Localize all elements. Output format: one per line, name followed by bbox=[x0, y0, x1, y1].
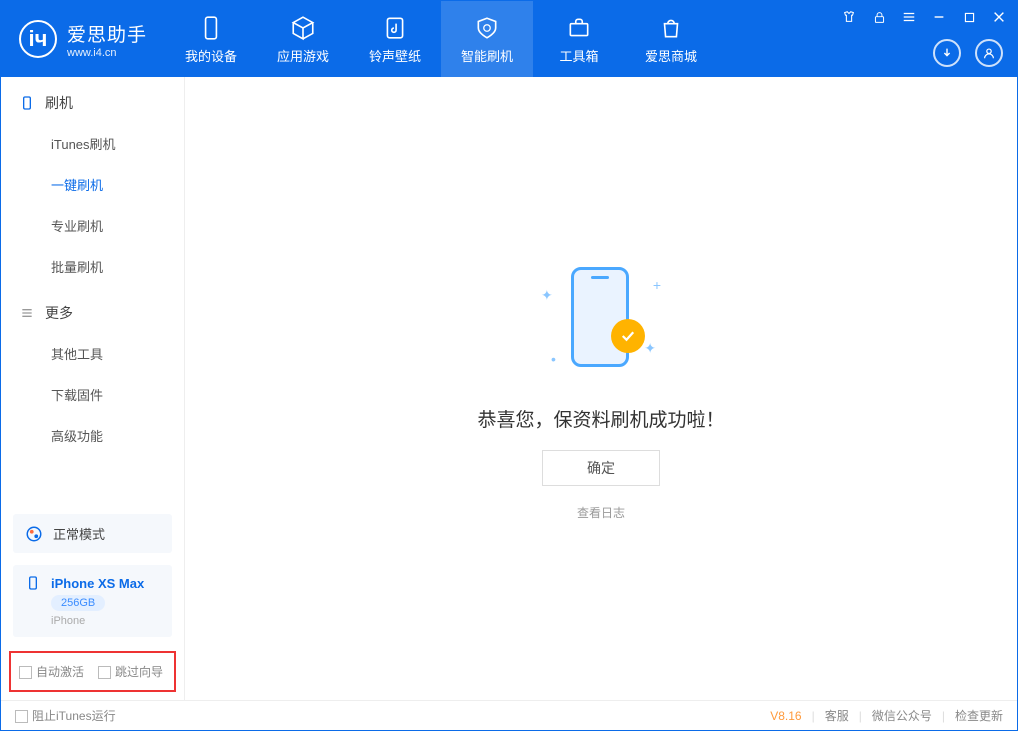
check-skip-guide[interactable]: 跳过向导 bbox=[98, 663, 163, 680]
section-label: 刷机 bbox=[45, 93, 73, 113]
sidebar: 刷机 iTunes刷机 一键刷机 专业刷机 批量刷机 更多 其他工具 下载固件 … bbox=[1, 77, 185, 700]
menu-icon[interactable] bbox=[901, 9, 917, 25]
bag-icon bbox=[657, 14, 685, 42]
tab-apps[interactable]: 应用游戏 bbox=[257, 1, 349, 77]
app-name-cn: 爱思助手 bbox=[67, 20, 147, 47]
mode-card[interactable]: 正常模式 bbox=[13, 514, 172, 553]
sparkle-icon: ✦ bbox=[541, 287, 553, 304]
tab-label: 应用游戏 bbox=[277, 46, 329, 65]
user-button[interactable] bbox=[975, 39, 1003, 67]
mode-label: 正常模式 bbox=[53, 524, 105, 543]
cube-icon bbox=[289, 14, 317, 42]
mode-icon bbox=[25, 525, 43, 543]
sidebar-item-pro[interactable]: 专业刷机 bbox=[1, 205, 184, 246]
phone-outline-icon bbox=[19, 95, 35, 111]
tab-label: 我的设备 bbox=[185, 46, 237, 65]
sparkle-icon: + bbox=[653, 277, 661, 293]
kefu-link[interactable]: 客服 bbox=[825, 707, 849, 724]
sidebar-item-oneclick[interactable]: 一键刷机 bbox=[1, 164, 184, 205]
device-card[interactable]: iPhone XS Max 256GB iPhone bbox=[13, 565, 172, 637]
sidebar-item-advanced[interactable]: 高级功能 bbox=[1, 415, 184, 456]
device-type: iPhone bbox=[25, 615, 85, 627]
update-link[interactable]: 检查更新 bbox=[955, 707, 1003, 724]
nav-tabs: 我的设备 应用游戏 铃声壁纸 智能刷机 工具箱 爱思商城 bbox=[165, 1, 717, 77]
view-log-link[interactable]: 查看日志 bbox=[577, 504, 625, 521]
sparkle-icon: • bbox=[551, 351, 556, 367]
sidebar-item-batch[interactable]: 批量刷机 bbox=[1, 246, 184, 287]
statusbar: 阻止iTunes运行 V8.16 | 客服 | 微信公众号 | 检查更新 bbox=[1, 700, 1017, 730]
toolbox-icon bbox=[565, 14, 593, 42]
shirt-icon[interactable] bbox=[841, 9, 857, 25]
tab-label: 铃声壁纸 bbox=[369, 46, 421, 65]
section-label: 更多 bbox=[45, 303, 73, 323]
tab-ring[interactable]: 铃声壁纸 bbox=[349, 1, 441, 77]
maximize-icon[interactable] bbox=[961, 9, 977, 25]
lock-icon[interactable] bbox=[871, 9, 887, 25]
wechat-link[interactable]: 微信公众号 bbox=[872, 707, 932, 724]
ok-button[interactable]: 确定 bbox=[542, 450, 660, 486]
minimize-icon[interactable] bbox=[931, 9, 947, 25]
tab-mydevice[interactable]: 我的设备 bbox=[165, 1, 257, 77]
logo-icon: iч bbox=[19, 20, 57, 58]
check-block-itunes[interactable]: 阻止iTunes运行 bbox=[15, 707, 116, 724]
highlighted-checks: 自动激活 跳过向导 bbox=[9, 651, 176, 692]
success-illustration: ✦ + • ✦ bbox=[531, 257, 671, 377]
download-button[interactable] bbox=[933, 39, 961, 67]
sidebar-item-itunes[interactable]: iTunes刷机 bbox=[1, 123, 184, 164]
titlebar: iч 爱思助手 www.i4.cn 我的设备 应用游戏 铃声壁纸 智能刷机 工具… bbox=[1, 1, 1017, 77]
sparkle-icon: ✦ bbox=[644, 340, 656, 357]
version-label: V8.16 bbox=[770, 709, 801, 723]
sidebar-item-othertools[interactable]: 其他工具 bbox=[1, 333, 184, 374]
sidebar-section-flash: 刷机 bbox=[1, 77, 184, 123]
main-content: ✦ + • ✦ 恭喜您，保资料刷机成功啦！ 确定 查看日志 bbox=[185, 77, 1017, 700]
device-storage: 256GB bbox=[51, 595, 105, 611]
sidebar-section-more: 更多 bbox=[1, 287, 184, 333]
success-message: 恭喜您，保资料刷机成功啦！ bbox=[477, 405, 724, 432]
check-auto-activate[interactable]: 自动激活 bbox=[19, 663, 84, 680]
window-controls bbox=[841, 9, 1007, 25]
app-logo: iч 爱思助手 www.i4.cn bbox=[1, 1, 165, 77]
tab-label: 工具箱 bbox=[560, 46, 599, 65]
tab-toolbox[interactable]: 工具箱 bbox=[533, 1, 625, 77]
list-icon bbox=[19, 305, 35, 321]
tab-label: 智能刷机 bbox=[461, 46, 513, 65]
refresh-shield-icon bbox=[473, 14, 501, 42]
device-name: iPhone XS Max bbox=[51, 576, 144, 591]
app-name-en: www.i4.cn bbox=[67, 47, 147, 59]
topright-actions bbox=[933, 39, 1003, 67]
music-file-icon bbox=[381, 14, 409, 42]
phone-icon bbox=[197, 14, 225, 42]
sidebar-item-firmware[interactable]: 下载固件 bbox=[1, 374, 184, 415]
close-icon[interactable] bbox=[991, 9, 1007, 25]
check-badge-icon bbox=[611, 319, 645, 353]
logo-text: 爱思助手 www.i4.cn bbox=[67, 20, 147, 59]
tab-store[interactable]: 爱思商城 bbox=[625, 1, 717, 77]
tab-label: 爱思商城 bbox=[645, 46, 697, 65]
tab-flash[interactable]: 智能刷机 bbox=[441, 1, 533, 77]
device-phone-icon bbox=[25, 575, 41, 591]
